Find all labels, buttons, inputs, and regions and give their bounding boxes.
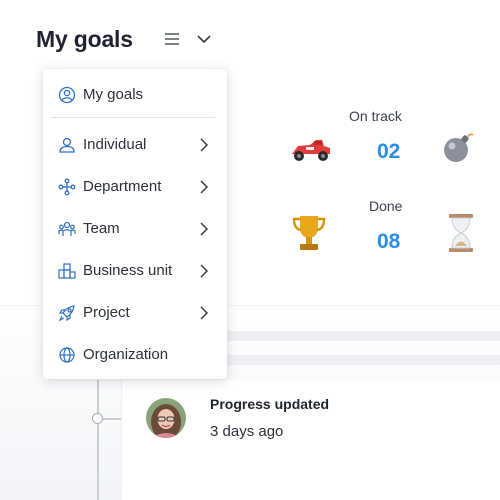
stat-value-on-track: 02 [377, 140, 401, 163]
hourglass-icon [447, 213, 475, 258]
trophy-icon [291, 213, 327, 258]
chevron-right-icon [197, 305, 211, 326]
race-car-icon [288, 136, 332, 169]
user-circle-icon [58, 86, 76, 104]
page-title: My goals [36, 26, 133, 52]
chevron-down-icon[interactable] [195, 30, 213, 48]
avatar [146, 398, 186, 438]
menu-item-project[interactable]: Project [43, 296, 227, 330]
menu-item-business-unit[interactable]: Business unit [43, 254, 227, 288]
menu-item-individual[interactable]: Individual [43, 128, 227, 162]
timeline-line [97, 380, 99, 500]
menu-item-label: Project [83, 304, 130, 321]
chevron-right-icon [197, 179, 211, 200]
goals-filter-dropdown: My goals Individual Department Team Busi… [43, 69, 227, 379]
chevron-right-icon [197, 221, 211, 242]
timeline-connector [103, 418, 121, 420]
menu-item-label: Team [83, 220, 120, 237]
stat-value-done: 08 [377, 230, 401, 253]
menu-item-label: Individual [83, 136, 147, 153]
timeline-node [92, 413, 103, 424]
activity-time: 3 days ago [210, 423, 284, 440]
menu-icon[interactable] [163, 30, 181, 48]
stat-label-done: Done [369, 198, 403, 214]
chevron-right-icon [197, 137, 211, 158]
stat-label-on-track: On track [349, 108, 402, 124]
bomb-icon [441, 131, 475, 170]
menu-item-label: Department [83, 178, 162, 195]
menu-item-label: Organization [83, 346, 169, 363]
activity-title: Progress updated [210, 396, 330, 412]
menu-item-department[interactable]: Department [43, 170, 227, 204]
user-icon [58, 136, 76, 154]
business-unit-icon [58, 262, 76, 280]
globe-icon [58, 346, 76, 364]
menu-item-label: My goals [83, 86, 144, 103]
menu-item-label: Business unit [83, 262, 173, 279]
department-icon [58, 178, 76, 196]
rocket-icon [58, 304, 76, 322]
team-icon [58, 220, 76, 238]
menu-divider [51, 117, 215, 118]
menu-item-my-goals[interactable]: My goals [43, 78, 227, 112]
chevron-right-icon [197, 263, 211, 284]
menu-item-team[interactable]: Team [43, 212, 227, 246]
menu-item-organization[interactable]: Organization [43, 338, 227, 372]
